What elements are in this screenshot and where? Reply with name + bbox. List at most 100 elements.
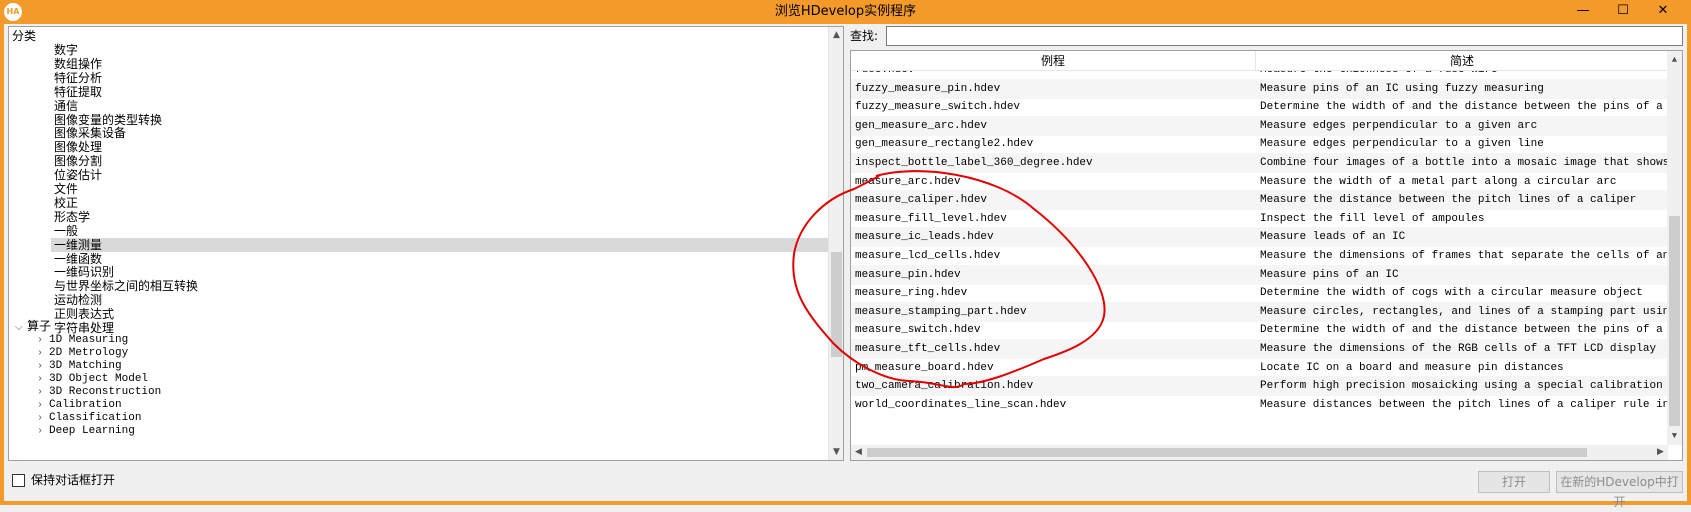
table-vertical-thumb[interactable] bbox=[1669, 216, 1680, 426]
tree-category-item[interactable]: 位姿估计 bbox=[54, 168, 102, 182]
tree-category-item[interactable]: 校正 bbox=[54, 196, 78, 210]
tree-category-item[interactable]: 一般 bbox=[54, 224, 78, 238]
close-button[interactable]: ✕ bbox=[1643, 0, 1683, 22]
tree-operator-item[interactable]: › Classification bbox=[37, 411, 141, 425]
scroll-down-icon[interactable]: ▼ bbox=[1667, 429, 1682, 443]
tree-operator-item[interactable]: › Deep Learning bbox=[37, 424, 135, 438]
scroll-up-icon[interactable]: ▲ bbox=[1667, 53, 1682, 67]
example-description: Measure circles, rectangles, and lines o… bbox=[1260, 305, 1668, 318]
table-row[interactable]: inspect_bottle_label_360_degree.hdev Comb… bbox=[851, 153, 1668, 173]
table-row[interactable]: measure_stamping_part.hdev Measure circle… bbox=[851, 301, 1668, 322]
tree-category-item[interactable]: 一维码识别 bbox=[54, 265, 114, 279]
tree-scroll-thumb[interactable] bbox=[831, 252, 842, 357]
table-horizontal-scrollbar[interactable]: ◀ ▶ bbox=[851, 445, 1668, 460]
example-description: Determine the width of cogs with a circu… bbox=[1260, 287, 1643, 300]
table-row[interactable]: measure_tft_cells.hdev Measure the dimens… bbox=[851, 339, 1668, 359]
examples-table: 例程 简述 fuse.hdevMeasure the thickness of … bbox=[850, 50, 1683, 461]
scroll-down-icon[interactable]: ▼ bbox=[829, 445, 843, 459]
scroll-up-icon[interactable]: ▲ bbox=[829, 28, 843, 42]
keep-open-label: 保持对话框打开 bbox=[31, 473, 116, 487]
example-filename: inspect_bottle_label_360_degree.hdev bbox=[855, 157, 1093, 169]
example-filename: measure_tft_cells.hdev bbox=[855, 343, 1001, 355]
maximize-button[interactable]: ☐ bbox=[1603, 0, 1643, 22]
example-filename: fuzzy_measure_switch.hdev bbox=[855, 101, 1021, 114]
minimize-button[interactable]: — bbox=[1563, 0, 1603, 22]
tree-category-item[interactable]: 图像变量的类型转换 bbox=[54, 113, 162, 127]
table-row[interactable]: measure_switch.hdev Determine the width o… bbox=[851, 320, 1668, 340]
example-filename: gen_measure_rectangle2.hdev bbox=[855, 138, 1034, 151]
table-vertical-scrollbar[interactable]: ▲ ▼ bbox=[1667, 51, 1682, 445]
tree-category-item[interactable]: 正则表达式 bbox=[54, 307, 114, 321]
tree-operator-item[interactable]: › 1D Measuring bbox=[37, 333, 128, 347]
example-filename: gen_measure_arc.hdev bbox=[855, 119, 988, 132]
table-row[interactable]: pm_measure_board.hdev Locate IC on a boar… bbox=[851, 358, 1668, 378]
table-row[interactable]: fuzzy_measure_pin.hdev Measure pins of an… bbox=[851, 78, 1668, 99]
tree-category-item[interactable]: 数字 bbox=[54, 43, 78, 57]
tree-category-item[interactable]: 通信 bbox=[54, 99, 78, 113]
tree-category-item[interactable]: 一维函数 bbox=[54, 252, 102, 266]
scroll-right-icon[interactable]: ▶ bbox=[1653, 445, 1668, 460]
tree-category-item[interactable]: 图像处理 bbox=[54, 140, 102, 154]
tree-category-item[interactable]: 文件 bbox=[54, 182, 78, 196]
table-row[interactable]: measure_arc.hdev Measure the width of a m… bbox=[851, 172, 1668, 192]
keep-dialog-open-option[interactable]: 保持对话框打开 bbox=[12, 472, 115, 488]
tree-category-item[interactable]: 一维测量 bbox=[51, 237, 830, 252]
example-filename: measure_stamping_part.hdev bbox=[855, 305, 1027, 318]
tree-operator-label: Deep Learning bbox=[49, 425, 135, 437]
keep-open-checkbox[interactable] bbox=[12, 473, 25, 487]
tree-operator-item[interactable]: › Calibration bbox=[37, 398, 122, 412]
title-bar: HA 浏览HDevelop实例程序 — ☐ ✕ bbox=[0, 0, 1691, 24]
table-row[interactable]: measure_ic_leads.hdev Measure leads of an… bbox=[851, 227, 1668, 248]
open-in-new-hdevelop-button[interactable]: 在新的HDevelop中打开 bbox=[1556, 471, 1683, 509]
table-row[interactable]: gen_measure_arc.hdev Measure edges perpen… bbox=[851, 115, 1668, 136]
search-input[interactable] bbox=[886, 26, 1683, 46]
example-filename: world_coordinates_line_scan.hdev bbox=[855, 398, 1067, 411]
example-description: Measure the dimensions of the RGB cells … bbox=[1260, 343, 1657, 355]
tree-scrollbar[interactable]: ▲ ▼ bbox=[828, 27, 843, 460]
tree-root-categories[interactable]: 分类 bbox=[12, 29, 36, 43]
example-filename: fuzzy_measure_pin.hdev bbox=[855, 82, 1001, 95]
tree-category-item[interactable]: 图像采集设备 bbox=[54, 126, 126, 140]
tree-category-item[interactable]: 形态学 bbox=[54, 210, 90, 224]
category-tree[interactable]: 分类 数字 数组操作 特征分析 特征提取 通信 图像变量的类型转换 图像采集设备 图像处理 图像… bbox=[8, 26, 844, 461]
example-description: Measure distances between the pitch line… bbox=[1260, 398, 1668, 411]
table-row[interactable]: measure_pin.hdev Measure pins of an IC bbox=[851, 264, 1668, 285]
window-controls: — ☐ ✕ bbox=[1563, 0, 1683, 22]
tree-category-item[interactable]: 与世界坐标之间的相互转换 bbox=[54, 279, 198, 293]
table-row[interactable]: measure_fill_level.hdev Inspect the fill … bbox=[851, 209, 1668, 229]
example-description: Measure edges perpendicular to a given a… bbox=[1260, 119, 1538, 132]
tree-node-operators[interactable]: ⌵ 算子 bbox=[15, 319, 51, 333]
tree-operator-item[interactable]: › 3D Object Model bbox=[37, 372, 148, 386]
tree-operator-item[interactable]: › 3D Reconstruction bbox=[37, 385, 161, 399]
tree-operator-label: Classification bbox=[49, 412, 142, 424]
table-row[interactable]: fuzzy_measure_switch.hdev Determine the w… bbox=[851, 97, 1668, 117]
table-row[interactable]: two_camera_calibration.hdev Perform high … bbox=[851, 376, 1668, 397]
tree-operator-label: 2D Metrology bbox=[49, 347, 129, 359]
table-row[interactable]: world_coordinates_line_scan.hdev Measure … bbox=[851, 395, 1668, 415]
table-row[interactable]: measure_lcd_cells.hdev Measure the dimens… bbox=[851, 246, 1668, 266]
example-filename: measure_ic_leads.hdev bbox=[855, 231, 994, 244]
tree-operator-label: 1D Measuring bbox=[49, 334, 129, 346]
example-filename: measure_lcd_cells.hdev bbox=[855, 250, 1001, 262]
tree-operator-item[interactable]: › 2D Metrology bbox=[37, 346, 128, 360]
example-description: Measure edges perpendicular to a given l… bbox=[1260, 138, 1544, 151]
example-description: Measure pins of an IC using fuzzy measur… bbox=[1260, 82, 1544, 95]
tree-category-item[interactable]: 数组操作 bbox=[54, 57, 102, 71]
example-description: Locate IC on a board and measure pin dis… bbox=[1260, 361, 1564, 374]
scroll-left-icon[interactable]: ◀ bbox=[851, 445, 866, 460]
tree-category-item[interactable]: 图像分割 bbox=[54, 154, 102, 168]
tree-operator-label: Calibration bbox=[49, 399, 122, 411]
open-button[interactable]: 打开 bbox=[1478, 471, 1550, 493]
tree-category-item[interactable]: 特征提取 bbox=[54, 85, 102, 99]
tree-operator-item[interactable]: › 3D Matching bbox=[37, 359, 122, 373]
table-header: 例程 简述 bbox=[851, 51, 1668, 71]
column-header-description[interactable]: 简述 bbox=[1256, 51, 1668, 71]
tree-category-item[interactable]: 特征分析 bbox=[54, 71, 102, 85]
table-row[interactable]: measure_ring.hdev Determine the width of … bbox=[851, 283, 1668, 303]
example-description: Determine the width of and the distance … bbox=[1260, 324, 1668, 337]
tree-category-item[interactable]: 运动检测 bbox=[54, 293, 102, 307]
table-horizontal-thumb[interactable] bbox=[867, 448, 1587, 457]
table-row[interactable]: measure_caliper.hdev Measure the distance… bbox=[851, 190, 1668, 211]
table-row[interactable]: gen_measure_rectangle2.hdev Measure edges… bbox=[851, 134, 1668, 154]
column-header-example[interactable]: 例程 bbox=[851, 51, 1256, 71]
